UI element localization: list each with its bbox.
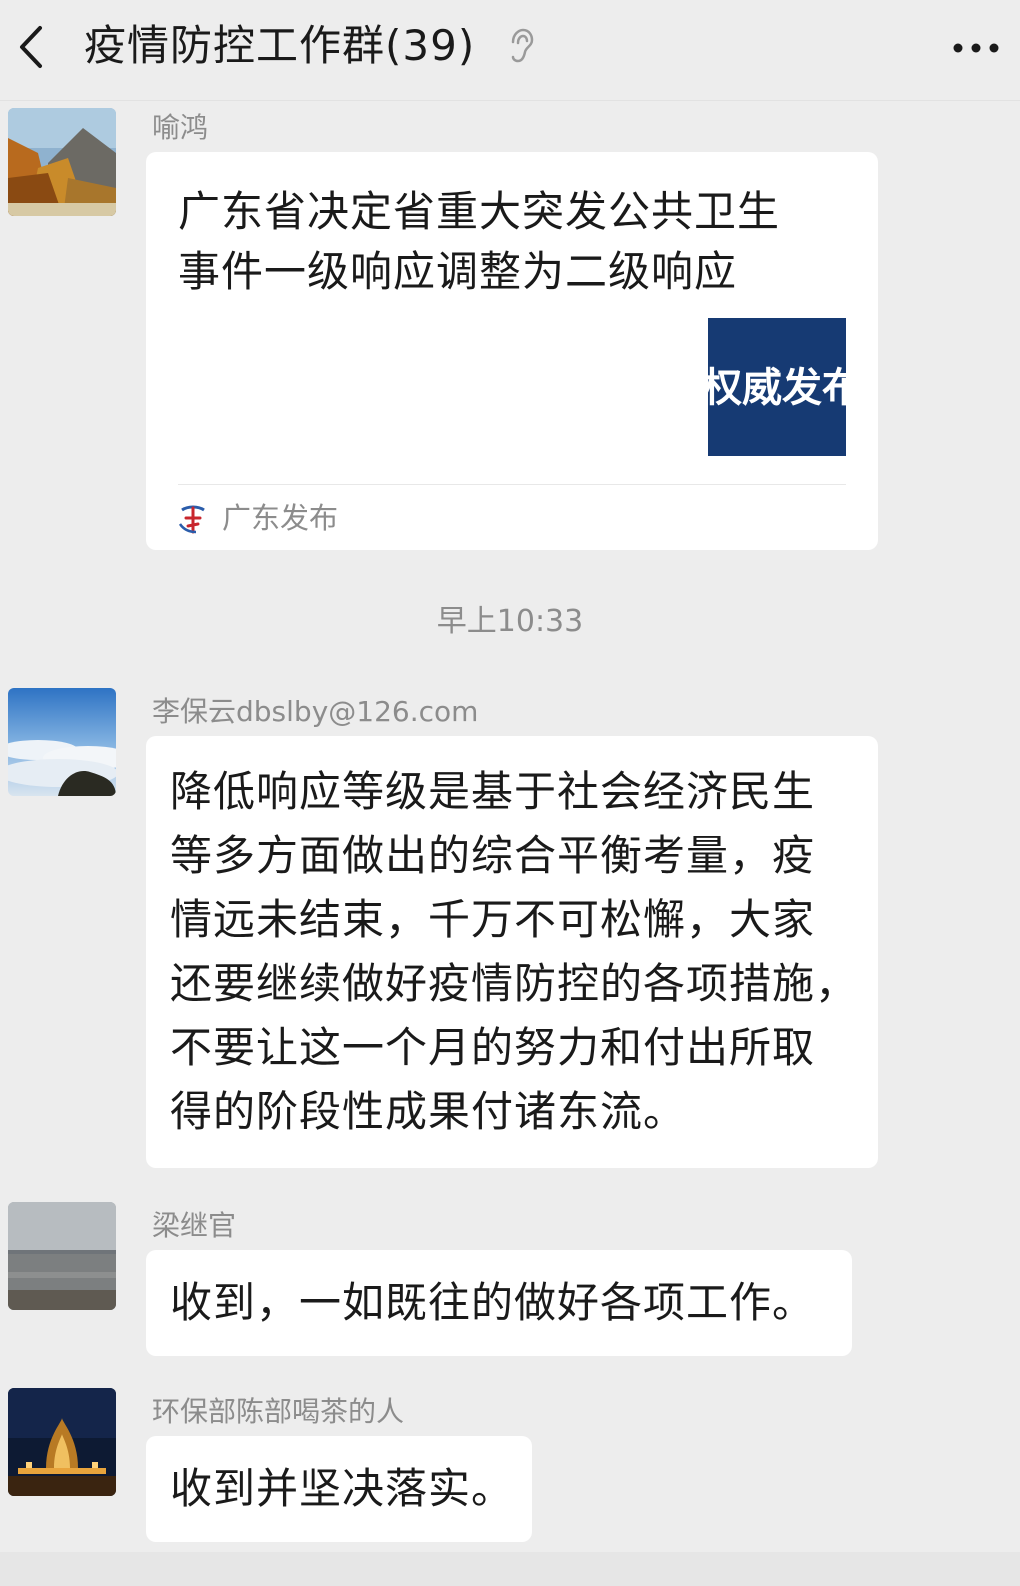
guangdong-fabu-logo-icon [178, 505, 205, 534]
card-thumbnail-text: 权威发布 [708, 365, 846, 411]
card-title-line: 广东省决定省重大突发公共卫生 [178, 187, 781, 236]
input-bar-edge [0, 1552, 1020, 1586]
avatar[interactable] [8, 1388, 116, 1496]
more-dots-icon[interactable] [950, 28, 1002, 68]
message-bubble[interactable]: 收到并坚决落实。 [146, 1436, 532, 1542]
timestamp: 早上10:33 [436, 604, 584, 639]
ear-icon [511, 28, 534, 63]
sender-name: 李保云dbslby@126.com [152, 695, 479, 728]
card-title-line: 事件一级响应调整为二级响应 [178, 247, 738, 296]
message-line: 得的阶段性成果付诸东流。 [170, 1087, 687, 1136]
message-text: 降低响应等级是基于社会经济民生 等多方面做出的综合平衡考量，疫 情远未结束，千万… [146, 736, 878, 1144]
message-line: 等多方面做出的综合平衡考量，疫 [170, 831, 816, 880]
message-bubble[interactable]: 收到，一如既往的做好各项工作。 [146, 1250, 852, 1356]
avatar-sea-of-clouds-image [8, 688, 116, 796]
card-title: 广东省决定省重大突发公共卫生 事件一级响应调整为二级响应 [178, 182, 780, 302]
avatar-grey-sea-image [8, 1202, 116, 1310]
message-line: 还要继续做好疫情防控的各项措施， [170, 959, 859, 1008]
sender-name: 梁继官 [152, 1209, 237, 1242]
message-line: 降低响应等级是基于社会经济民生 [170, 767, 816, 816]
avatar[interactable] [8, 108, 116, 216]
message-line: 情远未结束，千万不可松懈，大家 [170, 895, 816, 944]
message-text: 收到，一如既往的做好各项工作。 [170, 1278, 816, 1327]
avatar[interactable] [8, 688, 116, 796]
chat-header: 疫情防控工作群(39) [0, 0, 1020, 101]
card-thumbnail: 权威发布 [708, 318, 846, 456]
sender-name: 喻鸿 [152, 111, 209, 144]
chat-title: 疫情防控工作群(39) [84, 21, 476, 70]
avatar-night-lantern-image [8, 1388, 116, 1496]
message-text: 收到并坚决落实。 [170, 1464, 515, 1513]
avatar[interactable] [8, 1202, 116, 1310]
sender-name: 环保部陈部喝茶的人 [152, 1395, 405, 1428]
message-line: 不要让这一个月的努力和付出所取 [170, 1023, 816, 1072]
message-bubble[interactable]: 降低响应等级是基于社会经济民生 等多方面做出的综合平衡考量，疫 情远未结束，千万… [146, 736, 878, 1168]
card-source-name: 广东发布 [222, 501, 339, 535]
chevron-left-icon[interactable] [14, 22, 50, 72]
link-card[interactable]: 广东省决定省重大突发公共卫生 事件一级响应调整为二级响应 权威发布 广东发布 [146, 152, 878, 550]
card-divider [178, 484, 846, 485]
avatar-autumn-mountain-image [8, 108, 116, 216]
